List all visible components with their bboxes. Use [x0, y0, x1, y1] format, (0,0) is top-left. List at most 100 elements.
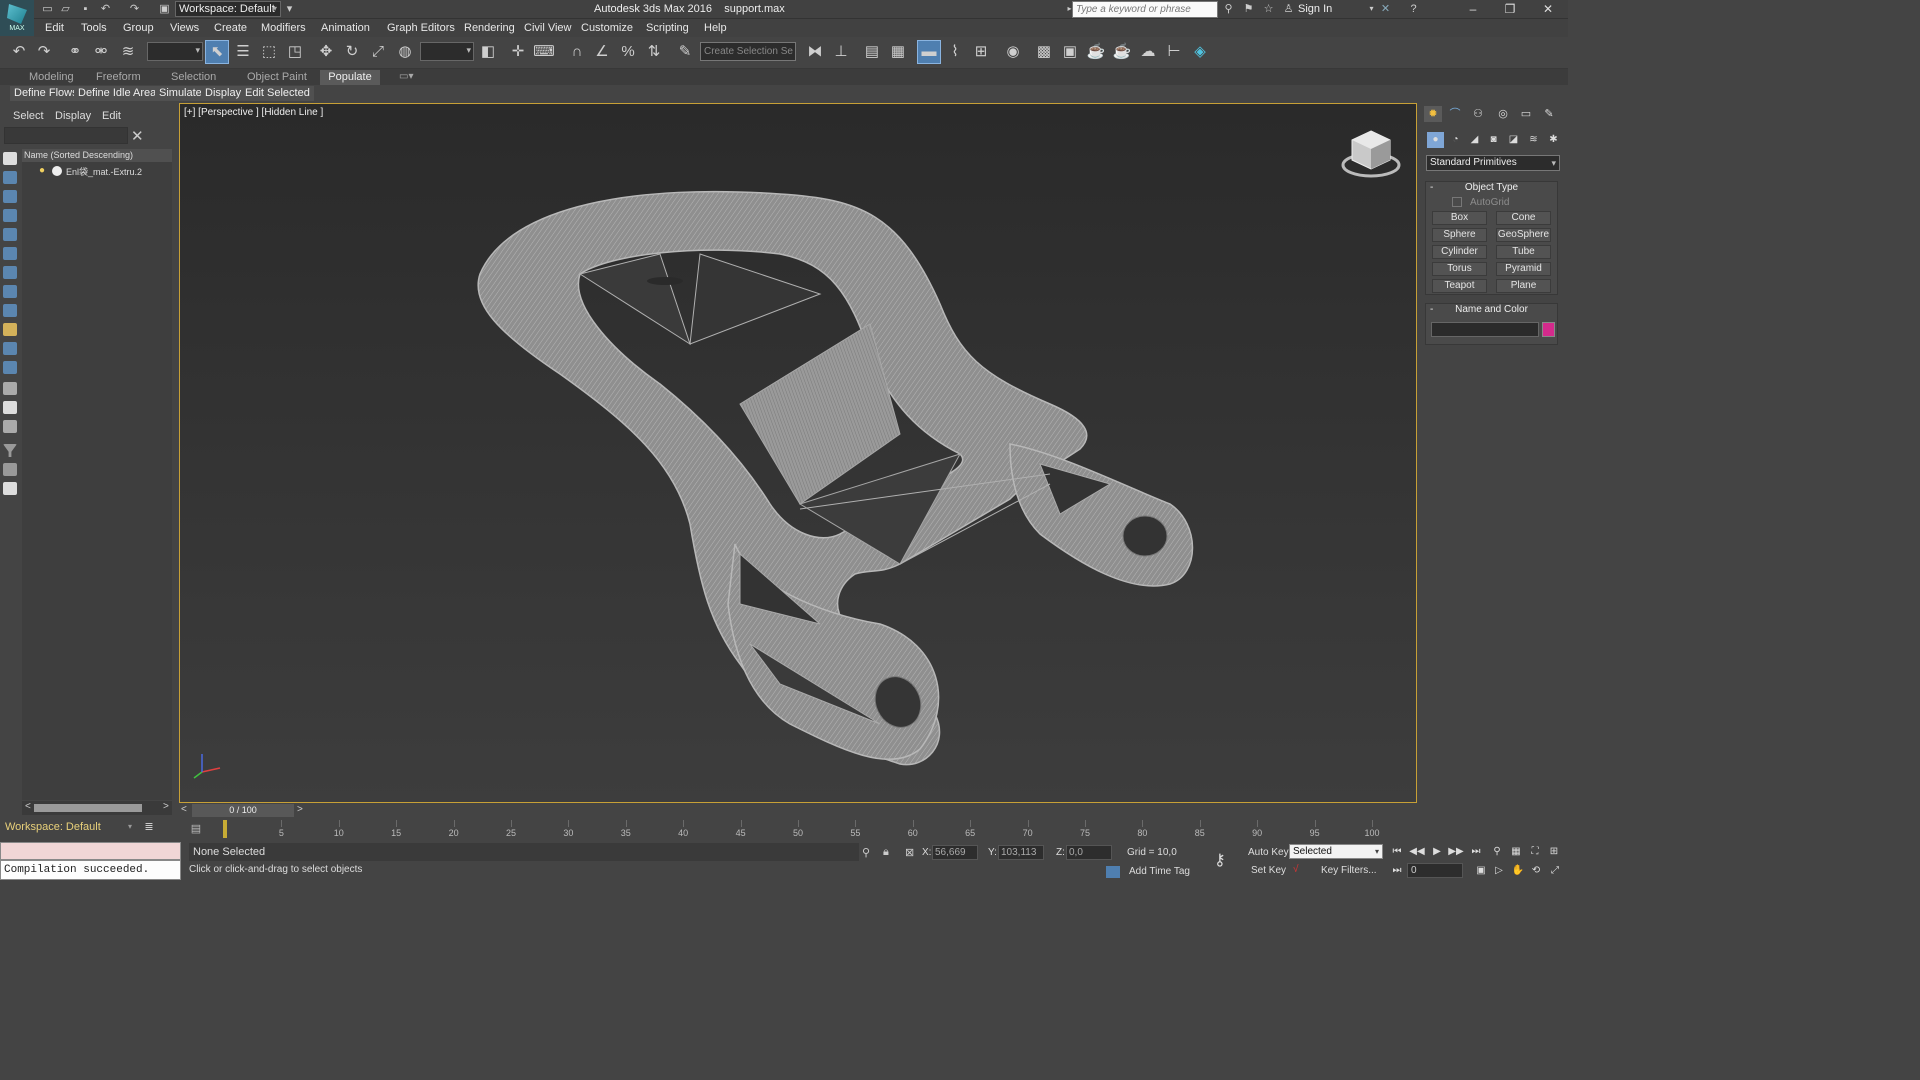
display-panel-icon[interactable]: ▭: [1517, 106, 1535, 122]
display-groups-icon[interactable]: [3, 304, 17, 317]
select-object-icon[interactable]: ⬉: [205, 40, 229, 64]
scene-explorer-search-input[interactable]: [4, 127, 128, 144]
ribbon-tab-modeling[interactable]: Modeling: [29, 71, 74, 83]
time-tag-icon[interactable]: [1106, 866, 1120, 878]
menu-modifiers[interactable]: Modifiers: [261, 22, 306, 34]
window-crossing-icon[interactable]: ◳: [284, 41, 306, 63]
next-frame-icon[interactable]: >: [297, 804, 303, 815]
display-containers-icon[interactable]: [3, 361, 17, 374]
new-scene-icon[interactable]: ▭: [40, 2, 55, 16]
select-by-name-icon[interactable]: ☰: [232, 41, 254, 63]
display-object-xrefs-icon[interactable]: [3, 323, 17, 336]
display-space-warps-icon[interactable]: [3, 285, 17, 298]
scene-explorer-menu-select[interactable]: Select: [13, 110, 44, 122]
customize-quick-access-icon[interactable]: ▾: [282, 2, 297, 16]
pan-view-icon[interactable]: ✋: [1510, 864, 1526, 878]
object-color-swatch[interactable]: [1542, 322, 1555, 337]
maximize-viewport-icon[interactable]: ⤢: [1547, 864, 1563, 878]
prev-frame-icon[interactable]: <: [181, 804, 187, 815]
cylinder-button[interactable]: Cylinder: [1432, 245, 1487, 259]
reference-coordinate-dropdown[interactable]: ▾: [420, 42, 474, 61]
zoom-extents-all-icon[interactable]: ⊞: [1546, 845, 1562, 859]
shapes-icon[interactable]: ◔: [1447, 132, 1464, 148]
menu-rendering[interactable]: Rendering: [464, 22, 515, 34]
ribbon-tab-object-paint[interactable]: Object Paint: [247, 71, 307, 83]
y-coordinate-field[interactable]: 103,113: [998, 845, 1044, 860]
menu-customize[interactable]: Customize: [581, 22, 633, 34]
undo-icon[interactable]: ↶: [8, 41, 30, 63]
viewcube-icon[interactable]: [1340, 127, 1402, 181]
scene-explorer-menu-display[interactable]: Display: [55, 110, 91, 122]
select-none-icon[interactable]: [3, 482, 17, 495]
box-button[interactable]: Box: [1432, 211, 1487, 225]
maxscript-listener-input[interactable]: [0, 842, 181, 860]
space-warps-icon[interactable]: ≋: [1525, 132, 1542, 148]
schematic-view-icon[interactable]: ⊞: [970, 41, 992, 63]
menu-help[interactable]: Help: [704, 22, 727, 34]
toggle-ribbon-icon[interactable]: ▬: [917, 40, 941, 64]
workspace-status-dropdown[interactable]: Workspace: Default ▾: [0, 818, 135, 836]
systems-icon[interactable]: ✱: [1545, 132, 1562, 148]
sphere-button[interactable]: Sphere: [1432, 228, 1487, 242]
absolute-mode-transform-icon[interactable]: ⊠: [905, 846, 914, 859]
viewport-label-menu[interactable]: [+] [Perspective ] [Hidden Line ]: [184, 107, 323, 118]
display-hidden-icon[interactable]: [3, 401, 17, 414]
search-input[interactable]: Type a keyword or phrase: [1072, 1, 1218, 18]
modify-panel-icon[interactable]: ⌒: [1446, 106, 1464, 122]
use-pivot-center-icon[interactable]: ◧: [477, 41, 499, 63]
display-shapes-icon[interactable]: [3, 209, 17, 222]
helpers-icon[interactable]: ◪: [1505, 132, 1522, 148]
restore-window-icon[interactable]: ❐: [1492, 0, 1528, 19]
menu-graph-editors[interactable]: Graph Editors: [387, 22, 455, 34]
ribbon-tab-populate[interactable]: Populate: [320, 70, 380, 85]
app-menu-button[interactable]: MAX: [0, 0, 34, 36]
render-setup-icon[interactable]: ▩: [1033, 41, 1055, 63]
snaps-toggle-icon[interactable]: ∩: [566, 41, 588, 63]
scene-explorer-scrollbar[interactable]: < >: [22, 801, 172, 815]
teapot-button[interactable]: Teapot: [1432, 279, 1487, 293]
isolate-selection-icon[interactable]: ⚲: [862, 846, 870, 859]
zoom-icon[interactable]: ⚲: [1489, 845, 1505, 859]
select-and-rotate-icon[interactable]: ↻: [341, 41, 363, 63]
rendered-frame-window-icon[interactable]: ▣: [1059, 41, 1081, 63]
render-shortcuts-icon[interactable]: ⊢: [1163, 41, 1185, 63]
menu-animation[interactable]: Animation: [321, 22, 370, 34]
mirror-icon[interactable]: ⧓: [804, 41, 826, 63]
spinner-snap-icon[interactable]: ⇅: [643, 41, 665, 63]
key-filters-button[interactable]: Key Filters...: [1321, 865, 1377, 876]
torus-button[interactable]: Torus: [1432, 262, 1487, 276]
define-flows-button[interactable]: Define Flows: [10, 86, 82, 101]
display-cameras-icon[interactable]: [3, 247, 17, 260]
menu-scripting[interactable]: Scripting: [646, 22, 689, 34]
display-lights-icon[interactable]: [3, 228, 17, 241]
define-idle-areas-button[interactable]: Define Idle Areas: [74, 86, 166, 101]
menu-group[interactable]: Group: [123, 22, 154, 34]
lights-icon[interactable]: ◢: [1466, 132, 1483, 148]
redo-icon[interactable]: ↷: [33, 41, 55, 63]
select-and-link-icon[interactable]: ⚭: [64, 41, 86, 63]
display-frozen-icon[interactable]: [3, 382, 17, 395]
unlink-selection-icon[interactable]: ⚮: [90, 41, 112, 63]
key-mode-selection-dropdown[interactable]: Selected ▾: [1289, 844, 1383, 859]
perspective-viewport[interactable]: [179, 103, 1417, 803]
display-button[interactable]: Display: [201, 86, 246, 101]
named-selection-sets-dropdown[interactable]: Create Selection Se: [700, 42, 796, 61]
go-to-start-icon[interactable]: ⏮: [1389, 845, 1405, 859]
tube-button[interactable]: Tube: [1496, 245, 1551, 259]
list-item[interactable]: ● Enl袋_mat.-Extru.2: [22, 164, 172, 178]
object-name-field[interactable]: [1431, 322, 1539, 337]
menu-create[interactable]: Create: [214, 22, 247, 34]
redo-icon[interactable]: ↷: [127, 2, 142, 16]
cameras-icon[interactable]: ◙: [1485, 132, 1502, 148]
plane-button[interactable]: Plane: [1496, 279, 1551, 293]
orbit-icon[interactable]: ⟲: [1528, 864, 1544, 878]
zoom-extents-icon[interactable]: ⛶: [1527, 845, 1543, 859]
scrollbar-thumb[interactable]: [34, 804, 142, 812]
material-editor-icon[interactable]: ◉: [1002, 41, 1024, 63]
geometry-icon[interactable]: ●: [1427, 132, 1444, 148]
next-frame-icon[interactable]: ▶▶: [1448, 845, 1464, 859]
clear-search-icon[interactable]: ✕: [131, 127, 144, 145]
zoom-all-icon[interactable]: ▦: [1508, 845, 1524, 859]
select-and-move-icon[interactable]: ✥: [315, 41, 337, 63]
motion-panel-icon[interactable]: ◎: [1494, 106, 1512, 122]
